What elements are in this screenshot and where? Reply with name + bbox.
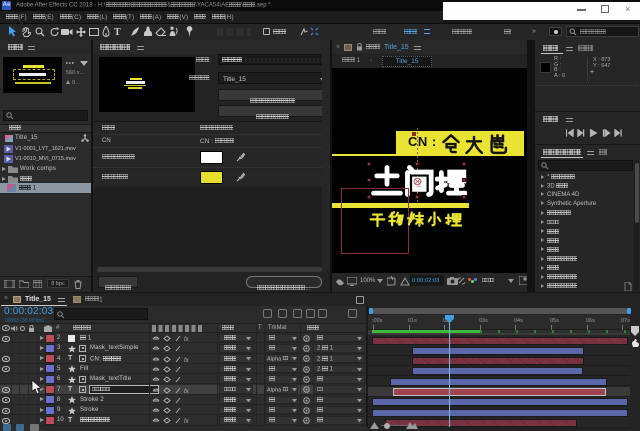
svg-text:fx: fx [184,358,190,363]
svg-text:fx: fx [184,389,190,394]
svg-text:fx: fx [184,419,190,424]
svg-text:fx: fx [184,337,190,342]
